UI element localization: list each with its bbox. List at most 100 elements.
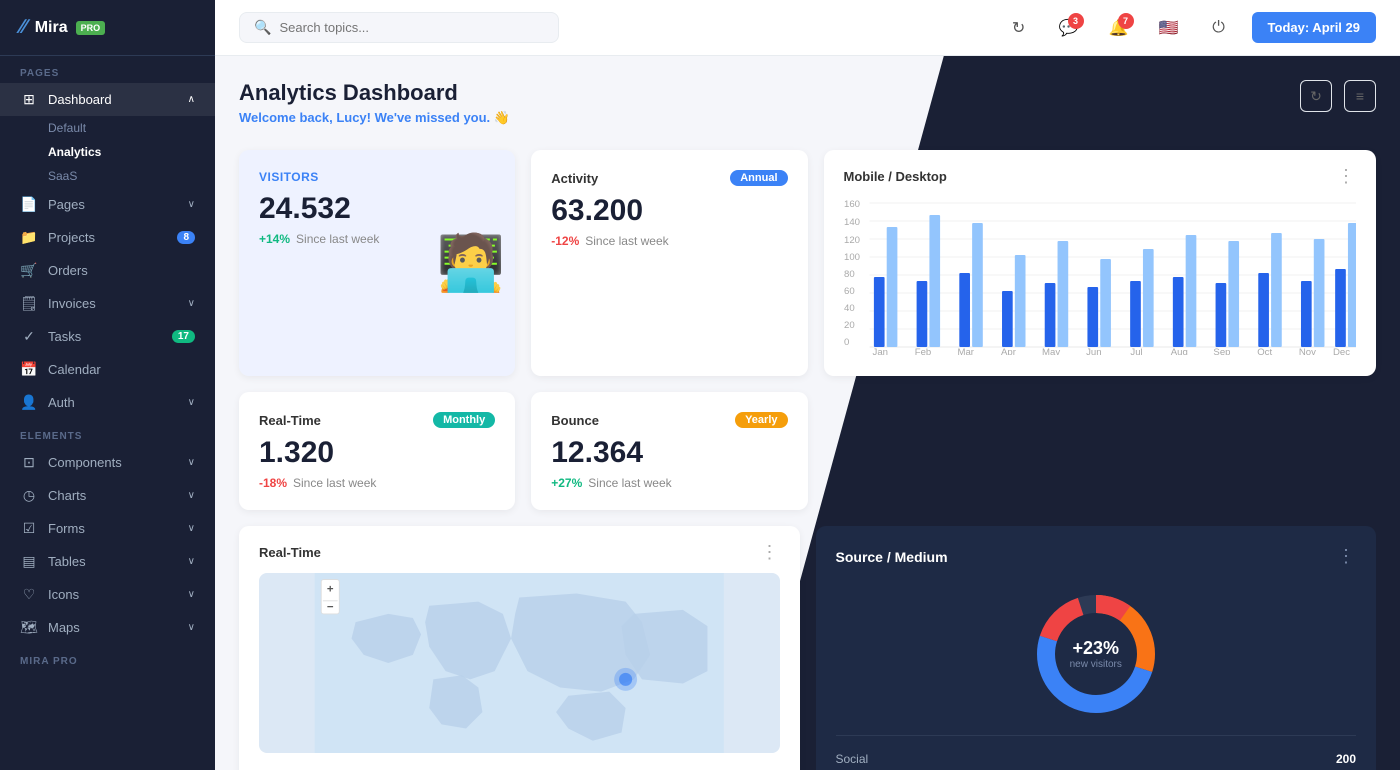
bounce-badge: Yearly [735,412,787,428]
sidebar-section-pages: PAGES [0,56,215,83]
map-title: Real-Time [259,545,321,560]
svg-text:Dec: Dec [1333,347,1350,355]
page-header: Analytics Dashboard Welcome back, Lucy! … [239,80,1376,126]
sidebar-item-projects[interactable]: 📁 Projects 8 [0,221,215,254]
source-row-social: Social 200 [836,748,1357,770]
sidebar-item-analytics[interactable]: Analytics [48,140,215,164]
svg-text:+: + [327,584,334,596]
sidebar-item-invoices[interactable]: 🗒 Invoices ∨ [0,287,215,320]
spacer [824,392,1377,510]
three-dot-menu[interactable]: ⋮ [1337,166,1356,187]
svg-text:Mar: Mar [957,347,974,355]
main-content: 🔍 ↻ 💬 3 🔔 7 🇺🇸 ⏻ Today: April 29 [215,0,1400,770]
chevron-icon: ∧ [188,94,195,105]
sidebar-item-dashboard[interactable]: ⊞ Dashboard ∧ [0,83,215,116]
chevron-icon: ∨ [188,622,195,633]
pages-icon: 📄 [20,196,38,213]
sidebar-item-auth[interactable]: 👤 Auth ∨ [0,386,215,419]
map-menu[interactable]: ⋮ [761,542,780,563]
chevron-icon: ∨ [188,457,195,468]
world-map-svg: + − [259,573,780,753]
projects-icon: 📁 [20,229,38,246]
map-area: + − [259,573,780,753]
map-header: Real-Time ⋮ [259,542,780,563]
sidebar-item-label: Tables [48,554,86,569]
search-box[interactable]: 🔍 [239,12,559,43]
notifications-btn[interactable]: 💬 3 [1052,11,1086,45]
svg-text:100: 100 [844,252,860,262]
chevron-icon: ∨ [188,199,195,210]
svg-text:140: 140 [844,217,860,227]
chevron-icon: ∨ [188,298,195,309]
sidebar-item-label: SaaS [48,169,77,183]
tasks-badge: 17 [172,330,195,343]
visitors-card: Visitors 24.532 +14% Since last week 🧑‍💻 [239,150,515,376]
sidebar-item-label: Calendar [48,362,101,377]
svg-text:Jul: Jul [1130,347,1142,355]
search-input[interactable] [279,20,479,35]
source-header: Source / Medium ⋮ [836,546,1357,567]
subtitle-name: Lucy [336,110,366,125]
chevron-icon: ∨ [188,556,195,567]
refresh-header-btn[interactable]: ↻ [1300,80,1332,112]
flag-btn[interactable]: 🇺🇸 [1152,11,1186,45]
tables-icon: ▤ [20,553,38,570]
bottom-section: Real-Time ⋮ [239,526,1376,770]
power-icon: ⏻ [1212,19,1225,37]
source-label-social: Social [836,752,869,766]
svg-text:60: 60 [844,286,855,296]
sidebar-item-label: Default [48,121,86,135]
svg-text:Feb: Feb [914,347,931,355]
sidebar-section-mira-pro: MIRA PRO [0,644,215,671]
svg-text:Jan: Jan [872,347,887,355]
sidebar-item-label: Analytics [48,145,101,159]
activity-label: Activity [551,171,598,186]
dashboard-icon: ⊞ [20,91,38,108]
sidebar-item-tasks[interactable]: ✓ Tasks 17 [0,320,215,353]
sidebar-item-label: Icons [48,587,79,602]
sidebar-item-default[interactable]: Default [48,116,215,140]
sidebar-item-label: Forms [48,521,85,536]
sidebar-item-orders[interactable]: 🛒 Orders [0,254,215,287]
sidebar-sub-dashboard: Default Analytics SaaS [0,116,215,188]
donut-chart: +23% new visitors [1031,589,1161,719]
visitors-illustration: 🧑‍💻 [437,231,505,296]
sidebar-item-components[interactable]: ⊡ Components ∨ [0,446,215,479]
projects-badge: 8 [177,231,195,244]
chevron-icon: ∨ [188,490,195,501]
bell-btn[interactable]: 🔔 7 [1102,11,1136,45]
mobile-desktop-card: Mobile / Desktop ⋮ 160 140 120 100 80 60… [824,150,1377,376]
sidebar-item-pages[interactable]: 📄 Pages ∨ [0,188,215,221]
svg-text:−: − [327,602,334,614]
svg-text:Sep: Sep [1213,347,1230,355]
sidebar-item-forms[interactable]: ☑ Forms ∨ [0,512,215,545]
source-menu[interactable]: ⋮ [1337,546,1356,567]
donut-percent: +23% [1070,638,1122,659]
realtime-label: Real-Time [259,413,321,428]
sidebar-item-tables[interactable]: ▤ Tables ∨ [0,545,215,578]
maps-icon: 🗺 [20,619,38,636]
page-subtitle: Welcome back, Lucy! We've missed you. 👋 [239,110,510,126]
activity-change-val: -12% [551,234,579,248]
sidebar-item-label: Projects [48,230,95,245]
charts-icon: ◷ [20,487,38,504]
refresh-btn[interactable]: ↻ [1002,11,1036,45]
activity-card-header: Activity Annual [551,170,787,186]
donut-container: +23% new visitors [836,579,1357,735]
source-list: Social 200 Search Engines 125 -12% [836,735,1357,770]
filter-header-btn[interactable]: ≡ [1344,80,1376,112]
sidebar-item-maps[interactable]: 🗺 Maps ∨ [0,611,215,644]
sidebar-item-icons[interactable]: ♡ Icons ∨ [0,578,215,611]
calendar-icon: 📅 [20,361,38,378]
sidebar-item-label: Maps [48,620,80,635]
sidebar-item-saas[interactable]: SaaS [48,164,215,188]
today-button[interactable]: Today: April 29 [1252,12,1376,43]
flag-icon: 🇺🇸 [1159,18,1179,38]
sidebar-item-label: Tasks [48,329,81,344]
activity-card: Activity Annual 63.200 -12% Since last w… [531,150,807,376]
power-btn[interactable]: ⏻ [1202,11,1236,45]
logo-icon: ∕∕ [20,16,27,39]
sidebar-item-calendar[interactable]: 📅 Calendar [0,353,215,386]
svg-text:Jun: Jun [1086,347,1101,355]
sidebar-item-charts[interactable]: ◷ Charts ∨ [0,479,215,512]
